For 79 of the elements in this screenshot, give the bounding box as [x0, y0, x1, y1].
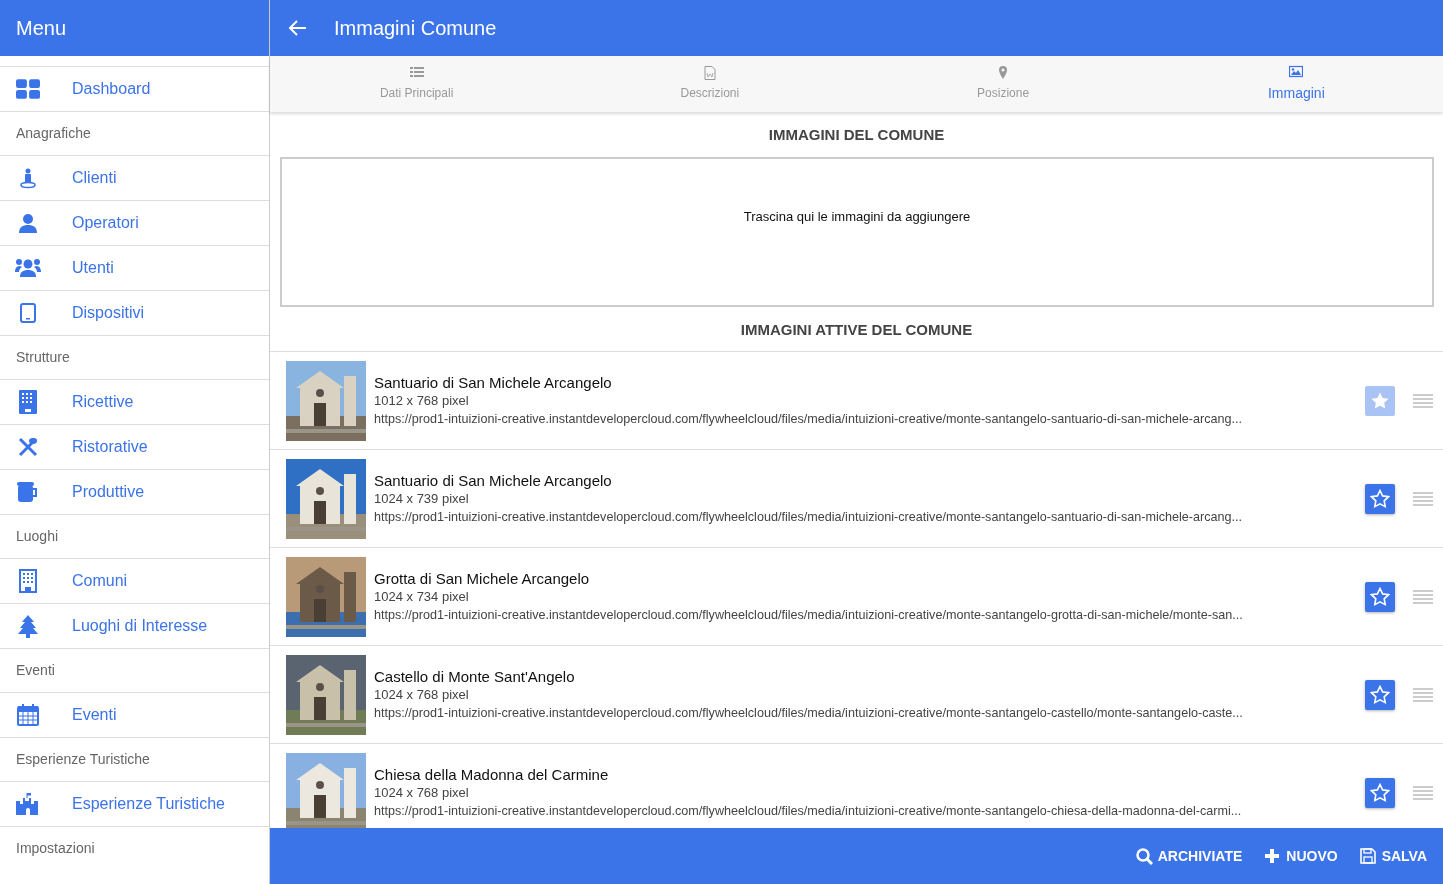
drop-zone[interactable]: Trascina qui le immagini da aggiungere — [280, 156, 1434, 307]
image-url: https://prod1-intuizioni-creative.instantdevelopercloud.com/flywheelcloud/files/media/intuizioni-creative/monte-santangelo-castello/monte-santangelo-caste... — [374, 704, 1244, 722]
user-icon — [18, 213, 38, 233]
menu-item[interactable]: Esperienze Turistiche — [0, 781, 269, 826]
menu-item[interactable]: Clienti — [0, 155, 269, 200]
star-icon — [1370, 488, 1390, 509]
list-icon — [409, 66, 424, 80]
menu-section-header: Esperienze Turistiche — [16, 750, 150, 769]
image-size: 1024 x 768 pixel — [374, 685, 470, 704]
building-icon — [19, 390, 37, 414]
star-button[interactable] — [1365, 385, 1395, 416]
image-size: 1024 x 768 pixel — [374, 783, 470, 802]
toolbar-button[interactable]: ARCHIVIATE — [1135, 845, 1243, 867]
menu-item[interactable]: Produttive — [0, 469, 269, 514]
utensils-icon — [18, 437, 38, 457]
drop-hint: Trascina qui le immagini da aggiungere — [743, 207, 971, 226]
menu-section-header: Luoghi — [16, 527, 59, 546]
tab[interactable]: Descrizioni — [563, 56, 857, 112]
menu-section-header: Impostazioni — [16, 839, 95, 858]
star-button[interactable] — [1365, 777, 1395, 808]
image-url: https://prod1-intuizioni-creative.instantdevelopercloud.com/flywheelcloud/files/media/intuizioni-creative/monte-santangelo-santuario-di-san-michele-arcang... — [374, 410, 1243, 428]
star-icon — [1370, 586, 1390, 607]
menu-item[interactable]: Dispositivi — [0, 290, 269, 335]
page-title: Immagini Comune — [334, 16, 497, 41]
tab[interactable]: Dati Principali — [270, 56, 564, 112]
document-icon — [702, 66, 717, 80]
search-icon — [1135, 847, 1153, 865]
menu-item[interactable]: Comuni — [0, 558, 269, 603]
menu-item[interactable]: Ricettive — [0, 379, 269, 424]
plus-icon — [1264, 847, 1282, 865]
calendar-icon — [17, 704, 39, 726]
image-icon — [1289, 64, 1304, 79]
drag-handle-icon[interactable] — [1413, 491, 1433, 508]
image-title: Santuario di San Michele Arcangelo — [374, 373, 613, 392]
castle-icon — [16, 793, 40, 815]
menu-section-header: Strutture — [16, 348, 70, 367]
section-title: IMMAGINI DEL COMUNE — [767, 125, 946, 145]
image-title: Castello di Monte Sant'Angelo — [374, 667, 576, 686]
toolbar-button[interactable]: NUOVO — [1264, 845, 1338, 867]
image-title: Santuario di San Michele Arcangelo — [374, 471, 613, 490]
star-button[interactable] — [1365, 483, 1395, 514]
image-title: Chiesa della Madonna del Carmine — [374, 765, 610, 784]
tablet-icon — [20, 303, 36, 323]
menu-section-header: Eventi — [16, 661, 55, 680]
tree-icon — [18, 614, 38, 638]
star-button[interactable] — [1365, 581, 1395, 612]
star-icon — [1370, 684, 1390, 705]
menu-item[interactable]: Luoghi di Interesse — [0, 603, 269, 648]
menu-item[interactable]: Dashboard — [0, 66, 269, 111]
menu-item[interactable]: Ristorative — [0, 424, 269, 469]
image-title: Grotta di San Michele Arcangelo — [374, 569, 591, 588]
image-url: https://prod1-intuizioni-creative.instantdevelopercloud.com/flywheelcloud/files/media/intuizioni-creative/monte-santangelo-santuario-di-san-michele-arcang... — [374, 508, 1243, 526]
tab[interactable]: Immagini — [1149, 56, 1443, 112]
person-icon — [18, 167, 38, 189]
tab[interactable]: Posizione — [856, 56, 1150, 112]
toolbar-button[interactable]: SALVA — [1359, 845, 1427, 867]
drag-handle-icon[interactable] — [1413, 785, 1433, 802]
drag-handle-icon[interactable] — [1413, 393, 1433, 410]
drag-handle-icon[interactable] — [1413, 687, 1433, 704]
section-title: IMMAGINI ATTIVE DEL COMUNE — [739, 319, 974, 340]
grid-icon — [16, 79, 40, 99]
menu-item[interactable]: Utenti — [0, 245, 269, 290]
star-button[interactable] — [1365, 679, 1395, 710]
menu-item[interactable]: Eventi — [0, 692, 269, 737]
mug-icon — [17, 482, 39, 502]
back-arrow-icon — [288, 18, 308, 38]
menu-section-header: Anagrafiche — [16, 124, 91, 143]
menu-item[interactable]: Operatori — [0, 200, 269, 245]
image-url: https://prod1-intuizioni-creative.instantdevelopercloud.com/flywheelcloud/files/media/intuizioni-creative/monte-santangelo-chiesa-della-madonna-del-carmi... — [374, 802, 1243, 820]
menu-title: Menu — [15, 16, 67, 41]
office-icon — [19, 569, 37, 593]
floppy-icon — [1359, 847, 1377, 865]
image-size: 1024 x 734 pixel — [374, 587, 470, 606]
star-icon — [1370, 782, 1390, 803]
image-size: 1024 x 739 pixel — [374, 489, 470, 508]
image-size: 1012 x 768 pixel — [374, 391, 470, 410]
users-icon — [15, 258, 41, 278]
image-url: https://prod1-intuizioni-creative.instantdevelopercloud.com/flywheelcloud/files/media/intuizioni-creative/monte-santangelo-grotta-di-san-michele/monte-san... — [374, 606, 1244, 624]
drag-handle-icon[interactable] — [1413, 589, 1433, 606]
